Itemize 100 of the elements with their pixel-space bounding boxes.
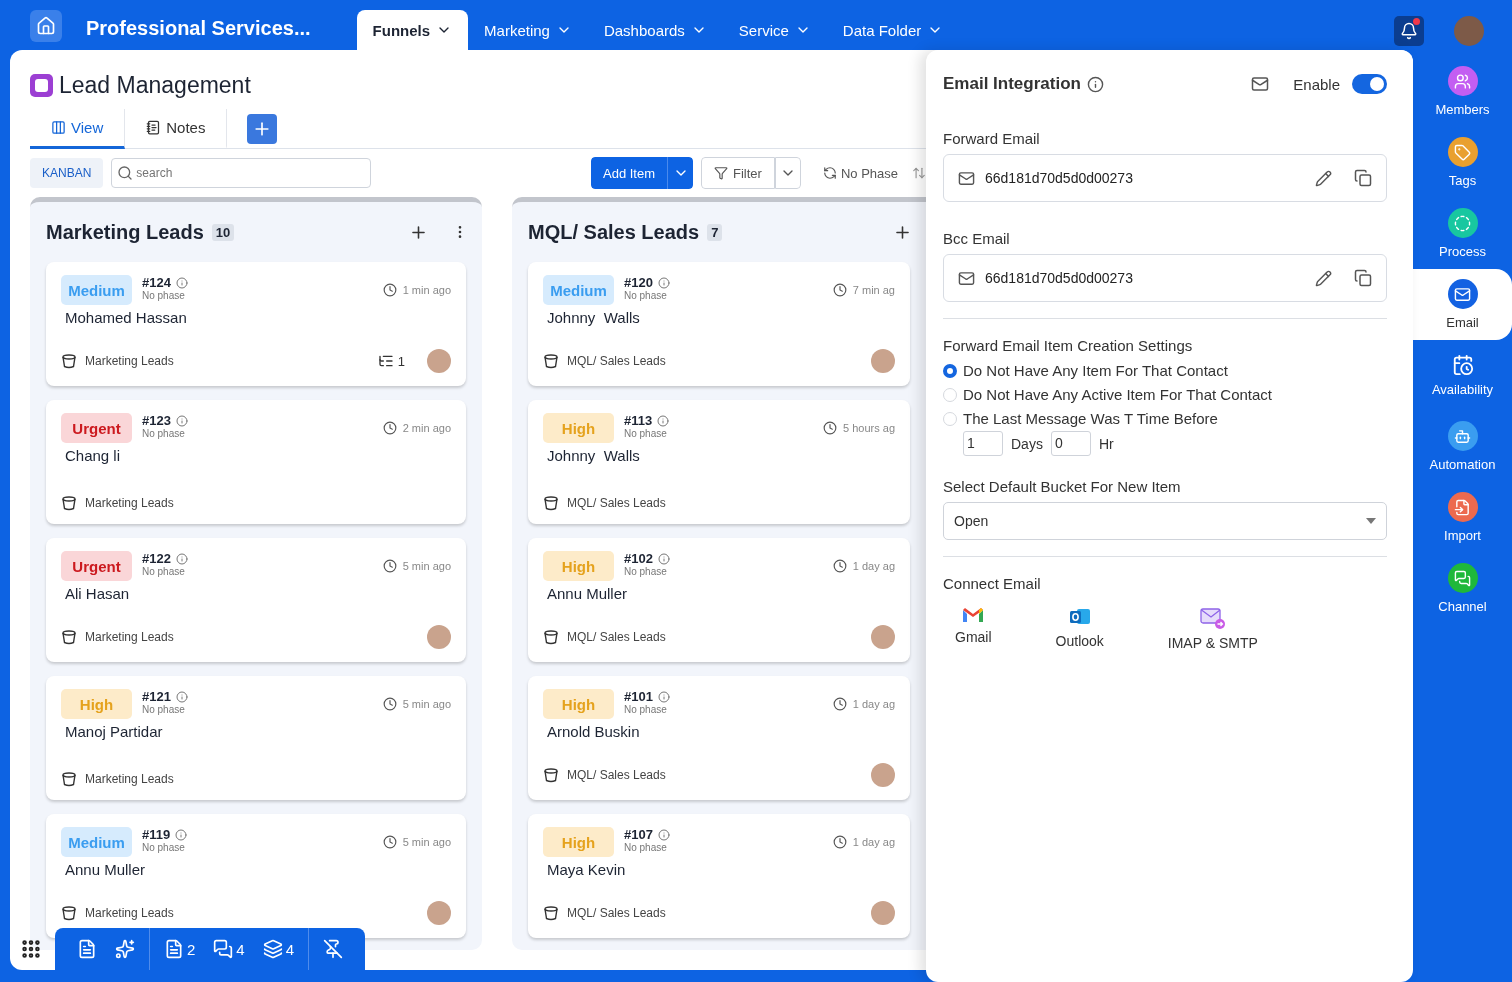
time-ago: 1 day ag	[852, 560, 895, 572]
assignee-avatar[interactable]	[871, 625, 895, 649]
lead-name: Chang li	[65, 447, 122, 464]
priority-tag: High	[543, 827, 614, 857]
bucket-icon	[543, 629, 559, 645]
clock-icon	[382, 835, 397, 849]
email-address-field[interactable]: 66d181d70d5d0d00273	[943, 254, 1387, 302]
lead-card[interactable]: Medium #120 No phase 7 min ag Johnny Walls MQL/ Sales Leads	[528, 262, 910, 386]
process-glyph-icon	[1454, 214, 1471, 232]
time-ago: 7 min ag	[852, 284, 895, 296]
edit-icon[interactable]	[1315, 269, 1332, 287]
assignee-avatar[interactable]	[871, 763, 895, 787]
lead-card[interactable]: High #121 No phase 5 min ago Manoj Partidar Marketing Leads	[46, 676, 466, 800]
info-icon[interactable]	[1086, 75, 1104, 93]
time-ago: 1 day ag	[852, 836, 895, 848]
bucket-icon	[543, 905, 559, 921]
unit-label: Days	[1011, 435, 1043, 452]
nav-tab[interactable]: Funnels	[356, 10, 469, 50]
column-count: 10	[211, 223, 235, 241]
nav-tab[interactable]: Data Folder	[826, 10, 960, 50]
gmail-logo	[962, 606, 985, 624]
bucket-select[interactable]: Open	[943, 502, 1387, 540]
radio-button[interactable]	[943, 363, 957, 378]
lead-card[interactable]: Medium #124 No phase 1 min ago Mohamed Hassan Marketing Leads 1	[46, 262, 466, 386]
clock-icon	[382, 697, 397, 711]
item-number: #107	[624, 827, 653, 842]
copy-icon[interactable]	[1354, 269, 1372, 287]
add-tab-button[interactable]	[247, 113, 278, 144]
home-button[interactable]	[30, 10, 62, 42]
lead-card[interactable]: High #107 No phase 1 day ag Maya Kevin MQL/ Sales Leads	[528, 814, 910, 938]
search-field[interactable]: search	[111, 158, 372, 188]
cycle-icon	[822, 166, 837, 180]
field-label: Forward Email	[943, 130, 1041, 147]
page-title: Lead Management	[59, 72, 251, 99]
nav-tab[interactable]: Dashboards	[587, 10, 723, 50]
columns-icon	[51, 119, 66, 135]
sidebar-item[interactable]: Email	[1413, 269, 1512, 340]
item-number: #123	[142, 413, 171, 428]
lead-card[interactable]: Urgent #123 No phase 2 min ago Chang li Marketing Leads	[46, 400, 466, 524]
days-input[interactable]: 1	[963, 431, 1003, 456]
phase-label: No phase	[624, 428, 668, 439]
bucket-name: Marketing Leads	[85, 906, 174, 920]
nav-tab[interactable]: Service	[722, 10, 827, 50]
assignee-avatar[interactable]	[427, 349, 451, 373]
copy-icon[interactable]	[1354, 169, 1372, 187]
bucket-name: Marketing Leads	[85, 354, 174, 368]
sidebar-item[interactable]: Channel	[1413, 553, 1512, 624]
filter-button[interactable]: Filter	[701, 157, 775, 189]
lead-name: Maya Kevin	[547, 861, 627, 878]
edit-icon[interactable]	[1315, 169, 1332, 187]
email-provider-button[interactable]: Gmail	[943, 606, 1004, 651]
bucket-name: MQL/ Sales Leads	[567, 354, 666, 368]
item-number: #119	[142, 827, 171, 842]
board-icon	[30, 74, 53, 97]
view-tab[interactable]: View	[30, 108, 126, 149]
enable-toggle[interactable]	[1352, 74, 1387, 94]
filter-menu-button[interactable]	[774, 157, 801, 189]
apps-grid-button[interactable]	[20, 938, 42, 960]
sidebar-item[interactable]: Availability	[1413, 340, 1512, 411]
column-title: Marketing Leads	[46, 220, 204, 244]
email-provider-button[interactable]: Outlook	[1043, 606, 1116, 651]
lead-card[interactable]: Medium #119 No phase 5 min ago Annu Muller Marketing Leads	[46, 814, 466, 938]
assignee-avatar[interactable]	[871, 349, 895, 373]
grid-icon	[20, 938, 42, 960]
clock-icon	[832, 697, 847, 711]
hours-input[interactable]: 0	[1050, 431, 1091, 456]
sidebar-item[interactable]: Process	[1413, 198, 1512, 269]
assignee-avatar[interactable]	[427, 901, 451, 925]
layers-icon	[262, 939, 283, 959]
assignee-avatar[interactable]	[871, 901, 895, 925]
lead-card[interactable]: High #101 No phase 1 day ag Arnold Buskin MQL/ Sales Leads	[528, 676, 910, 800]
lead-card[interactable]: High #102 No phase 1 day ag Annu Muller MQL/ Sales Leads	[528, 538, 910, 662]
add-item-menu-button[interactable]	[667, 157, 693, 189]
bucket-icon	[543, 353, 559, 369]
clock-icon	[832, 559, 847, 573]
sidebar-item[interactable]: Automation	[1413, 411, 1512, 482]
lead-card[interactable]: High #113 No phase 5 hours ag Johnny Walls MQL/ Sales Leads	[528, 400, 910, 524]
email-provider-button[interactable]: IMAP & SMTP	[1155, 606, 1270, 651]
sort-icon[interactable]	[912, 166, 926, 180]
view-mode-label[interactable]: KANBAN	[30, 158, 104, 188]
sidebar-item[interactable]: Tags	[1413, 127, 1512, 198]
assignee-avatar[interactable]	[427, 625, 451, 649]
members-glyph-icon	[1454, 72, 1471, 90]
lead-card[interactable]: Urgent #122 No phase 5 min ago Ali Hasan Marketing Leads	[46, 538, 466, 662]
sidebar-item[interactable]: Import	[1413, 482, 1512, 553]
nav-tab[interactable]: Marketing	[468, 10, 588, 50]
notification-button[interactable]	[1394, 16, 1424, 46]
bucket-icon	[61, 629, 77, 645]
bucket-name: Marketing Leads	[85, 772, 174, 786]
notes-icon	[146, 119, 162, 135]
email-address-field[interactable]: 66d181d70d5d0d00273	[943, 154, 1387, 202]
phase-button[interactable]: No Phase	[816, 164, 904, 182]
field-label: Bcc Email	[943, 230, 1011, 247]
add-item-button[interactable]: Add Item	[591, 157, 667, 189]
lead-name: Johnny Walls	[547, 447, 641, 464]
priority-tag: Medium	[61, 827, 132, 857]
sidebar-item[interactable]: Members	[1413, 56, 1512, 127]
unpin-icon	[323, 939, 344, 959]
view-tab[interactable]: Notes	[125, 108, 228, 149]
bucket-icon	[61, 771, 77, 787]
